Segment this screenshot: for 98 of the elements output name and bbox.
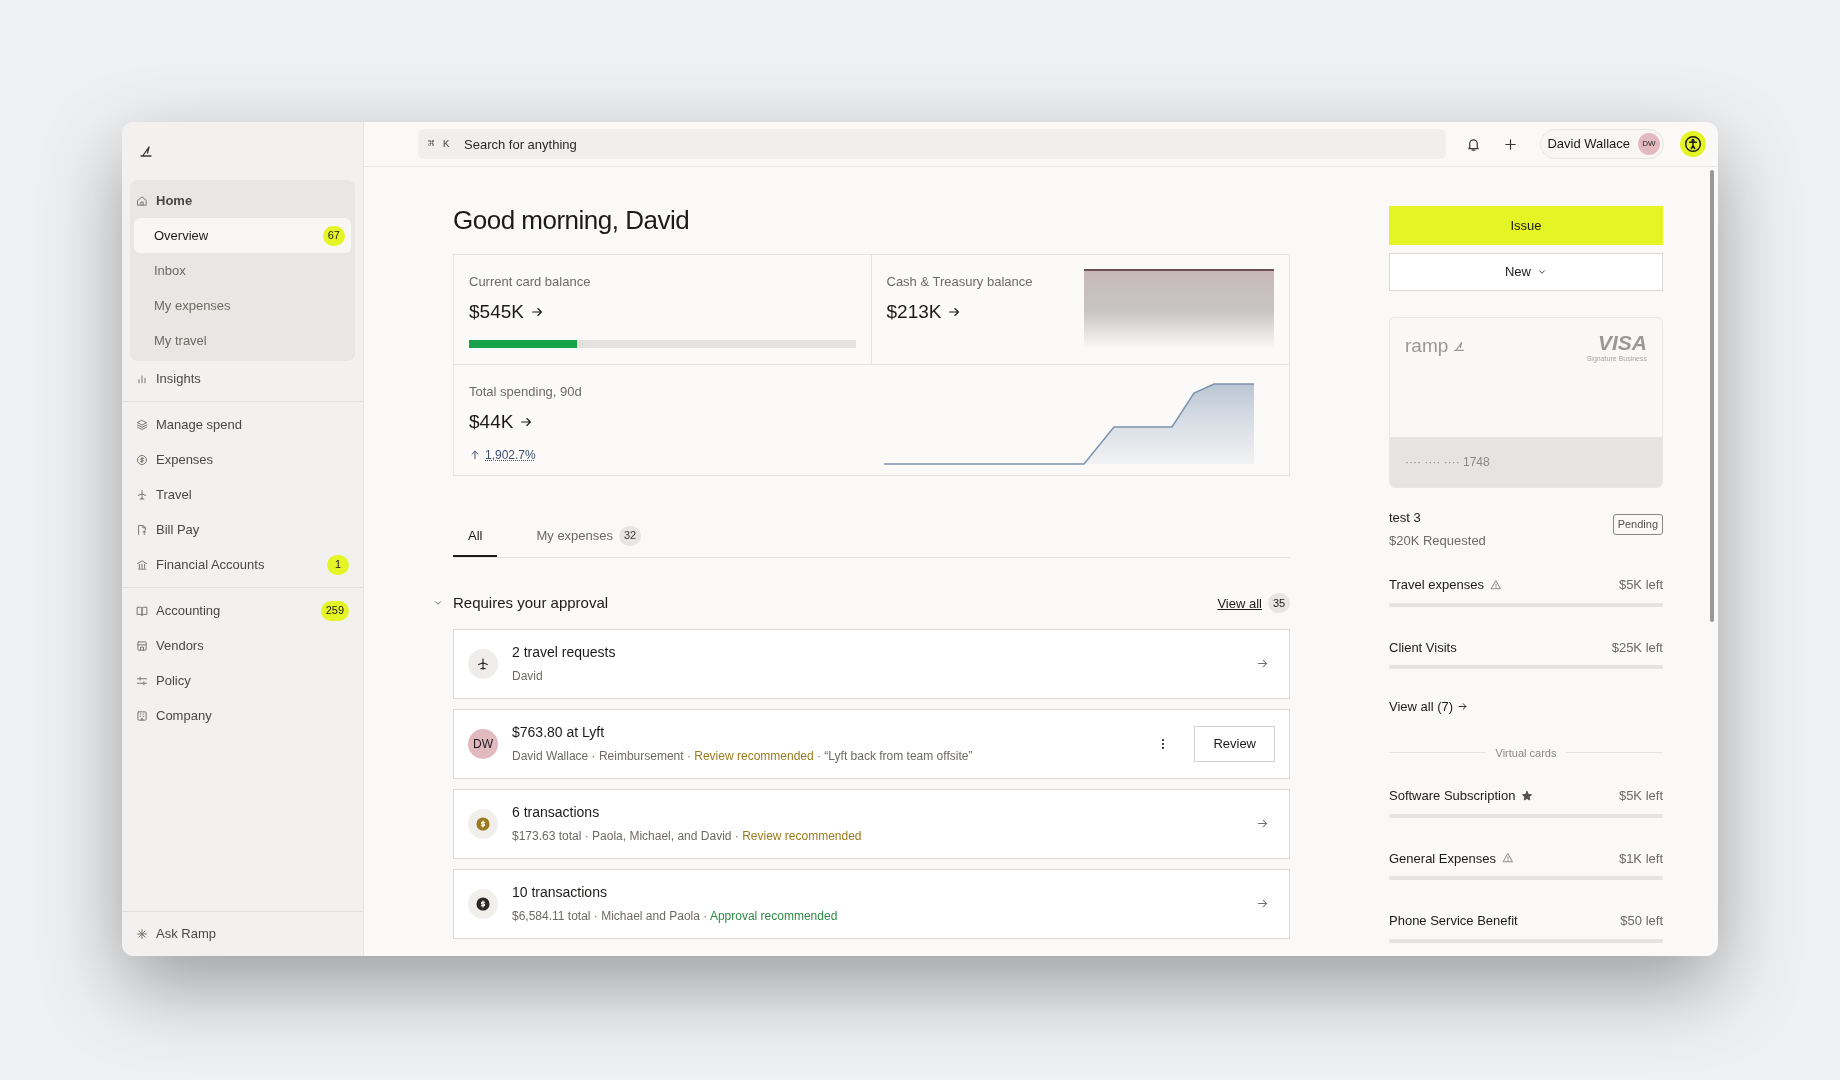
arrow-right-icon[interactable] xyxy=(1256,817,1269,830)
arrow-up-icon xyxy=(469,449,481,461)
budget-remaining: $5K left xyxy=(1618,576,1663,594)
accessibility-button[interactable] xyxy=(1680,131,1706,157)
nav-item[interactable]: Overview 67 xyxy=(134,218,351,253)
budget-name: General Expenses xyxy=(1389,849,1496,868)
budget-name: Software Subscription xyxy=(1389,787,1516,805)
nav-item[interactable]: My expenses xyxy=(134,288,351,323)
row-subtitle: $173.63 total · Paola, Michael, and David · Review recommended xyxy=(512,828,862,845)
star-icon xyxy=(1521,789,1534,802)
plus-icon[interactable] xyxy=(1503,136,1519,152)
nav-item[interactable]: Financial Accounts 1 xyxy=(130,547,355,582)
tab[interactable]: All xyxy=(453,516,498,557)
airplane-icon xyxy=(476,656,490,671)
approval-row[interactable]: 2 travel requests David xyxy=(453,628,1290,699)
budget-name: Phone Service Benefit xyxy=(1389,912,1518,930)
count-badge: 1 xyxy=(327,554,349,575)
stat-value-link[interactable]: $213K xyxy=(886,297,1033,326)
issue-button[interactable]: Issue xyxy=(1389,206,1663,245)
row-title: 6 transactions xyxy=(512,803,601,822)
user-avatar: DW xyxy=(1638,133,1660,155)
warning-icon xyxy=(1501,852,1514,865)
stat-label: Cash & Treasury balance xyxy=(886,273,1033,291)
count-badge: 32 xyxy=(619,525,642,546)
row-subtitle: David xyxy=(512,668,544,685)
budget-remaining: $1K left xyxy=(1618,849,1663,868)
chevron-down-icon xyxy=(1537,267,1547,277)
tab[interactable]: My expenses 32 xyxy=(521,516,657,557)
budget-remaining: $25K left xyxy=(1611,638,1663,657)
greeting-heading: Good morning, David xyxy=(453,204,691,237)
count-badge: 259 xyxy=(320,600,349,621)
card-number: ···· ···· ···· 1748 xyxy=(1405,454,1490,471)
budget-name: Travel expenses xyxy=(1389,576,1484,594)
airplane-icon xyxy=(136,488,148,501)
approval-row[interactable]: 10 transactions $6,584.11 total · Michael and Paola · Approval recommended xyxy=(453,868,1290,939)
bank-icon xyxy=(136,558,148,571)
approval-row[interactable]: DW $763.80 at Lyft David Wallace · Reimbursement · Review recommended · “Lyft back from team offsite” Review xyxy=(453,708,1290,779)
warning-icon xyxy=(1489,578,1502,591)
user-avatar: DW xyxy=(468,728,498,759)
ramp-logo-icon xyxy=(1452,339,1467,354)
nav-item[interactable]: Company xyxy=(130,698,355,733)
view-all-link[interactable]: View all xyxy=(1217,593,1262,613)
nav-item[interactable]: Accounting 259 xyxy=(130,593,355,628)
divider-label: Virtual cards xyxy=(1495,745,1557,761)
budget-remaining: $5K left xyxy=(1618,787,1663,805)
arrow-right-icon[interactable] xyxy=(1256,897,1269,910)
request-amount: $20K Requested xyxy=(1389,531,1486,550)
row-title: $763.80 at Lyft xyxy=(512,723,606,742)
layers-icon xyxy=(136,418,148,431)
card-network-label: VISA xyxy=(1598,332,1647,354)
status-badge: Pending xyxy=(1612,514,1663,535)
row-subtitle: David Wallace · Reimbursement · Review recommended · “Lyft back from team offsite” xyxy=(512,748,973,765)
user-menu[interactable]: David Wallace DW xyxy=(1540,129,1664,159)
stat-value-link[interactable]: $545K xyxy=(469,297,856,326)
count-badge: 35 xyxy=(1268,593,1290,614)
nav-item[interactable]: My travel xyxy=(134,323,351,358)
building-icon xyxy=(136,709,148,722)
row-title: 10 transactions xyxy=(512,883,608,902)
stat-label: Total spending, 90d xyxy=(469,383,582,401)
house-icon xyxy=(136,194,148,207)
ask-ramp-button[interactable]: Ask Ramp xyxy=(130,912,355,956)
stat-label: Current card balance xyxy=(469,273,592,291)
nav-item[interactable]: Bill Pay xyxy=(130,512,355,547)
nav-item[interactable]: Expenses xyxy=(130,442,355,477)
approval-row[interactable]: 6 transactions $173.63 total · Paola, Michael, and David · Review recommended xyxy=(453,788,1290,859)
count-badge: 67 xyxy=(322,225,345,246)
row-subtitle: $6,584.11 total · Michael and Paola · Approval recommended xyxy=(512,908,838,925)
budget-remaining: $50 left xyxy=(1620,912,1663,930)
bill-icon xyxy=(136,523,148,536)
dollar-icon xyxy=(136,453,148,466)
nav-item[interactable]: Travel xyxy=(130,477,355,512)
book-icon xyxy=(136,604,148,617)
nav-item[interactable]: Manage spend xyxy=(130,407,355,442)
nav-item[interactable]: Insights xyxy=(130,361,355,396)
new-button[interactable]: New xyxy=(1389,253,1663,291)
budget-name: Client Visits xyxy=(1389,638,1457,657)
nav-item[interactable]: Inbox xyxy=(134,253,351,288)
accessibility-icon xyxy=(1684,135,1702,153)
arrow-right-icon[interactable] xyxy=(1256,657,1269,670)
bell-icon[interactable] xyxy=(1466,136,1482,152)
nav-item[interactable]: Policy xyxy=(130,663,355,698)
card-brand-label: ramp xyxy=(1405,334,1449,358)
view-all-link[interactable]: View all (7) xyxy=(1389,697,1663,717)
nav-item[interactable]: Home xyxy=(130,183,355,218)
storefront-icon xyxy=(136,639,148,652)
arrow-right-icon xyxy=(1457,701,1469,713)
stat-value-link[interactable]: $44K xyxy=(469,407,582,436)
percent-change: 1,902.7% xyxy=(485,447,536,464)
section-heading: Requires your approval xyxy=(453,593,609,613)
shortcut-key: K xyxy=(442,137,450,151)
shortcut-key: ⌘ xyxy=(428,137,435,151)
nav-item[interactable]: Vendors xyxy=(130,628,355,663)
row-title: 2 travel requests xyxy=(512,643,616,662)
review-button[interactable]: Review xyxy=(1194,725,1275,762)
sparkle-icon xyxy=(136,928,148,940)
sliders-icon xyxy=(136,674,148,687)
request-title: test 3 xyxy=(1389,509,1422,527)
scrollbar[interactable] xyxy=(1710,170,1714,622)
